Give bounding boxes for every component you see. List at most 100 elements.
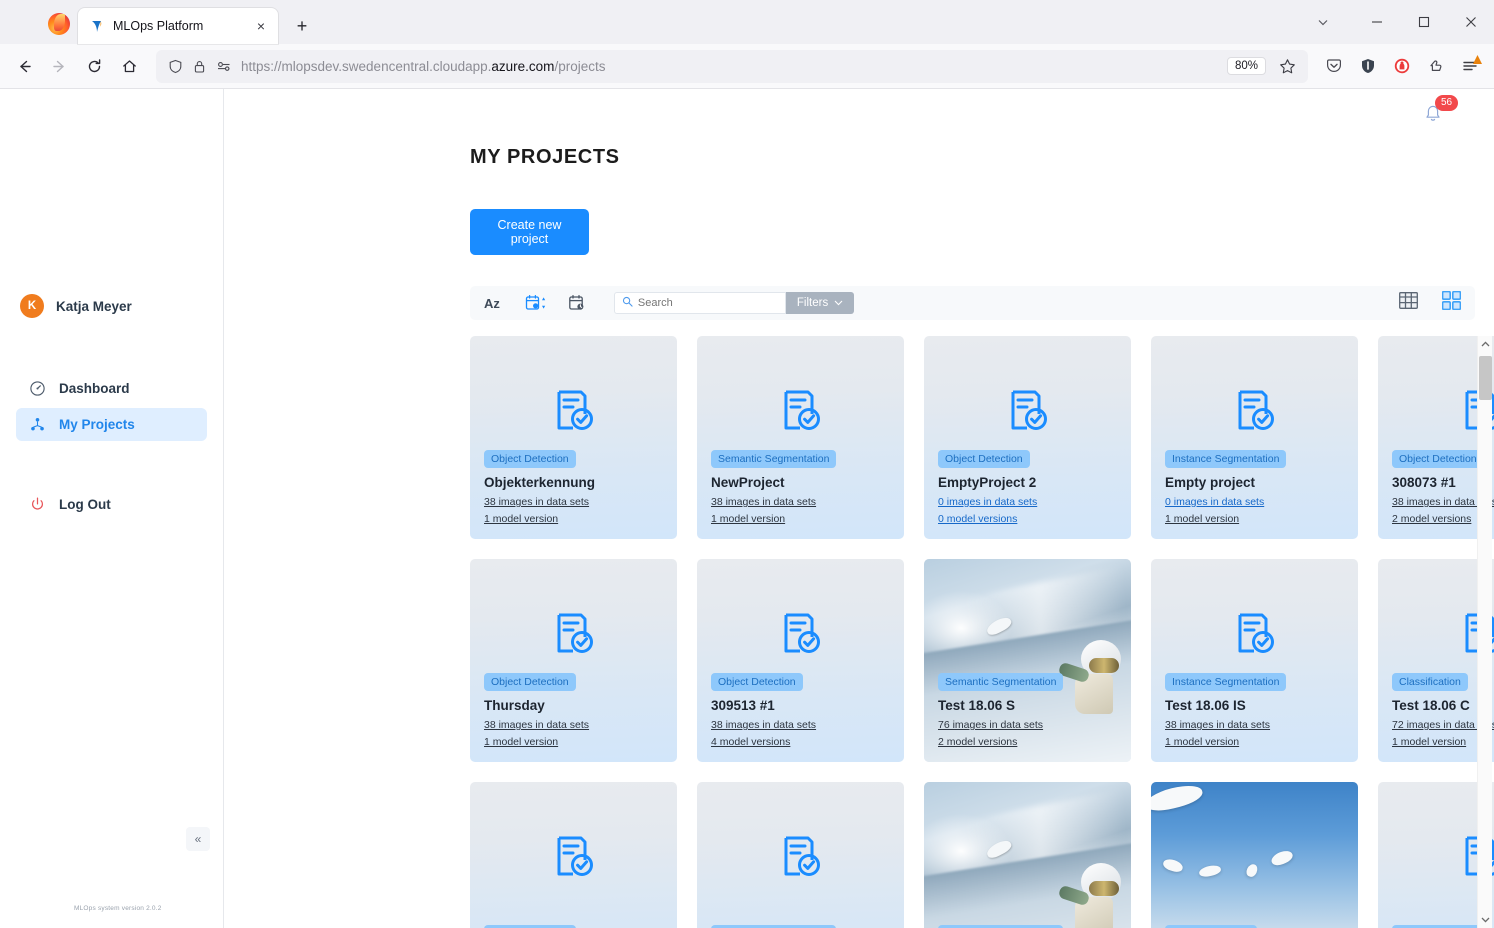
project-type-badge: Object Detection (484, 450, 576, 468)
app-menu-icon[interactable] (1454, 50, 1486, 82)
project-images-link[interactable]: 38 images in data sets (711, 496, 890, 508)
permissions-icon[interactable] (216, 59, 232, 74)
project-card[interactable]: Object DetectionDemo project #1 (1151, 782, 1358, 928)
project-card[interactable]: Instance Segmentation Test 18.06 IS 38 ima… (1151, 559, 1358, 762)
project-card[interactable]: Object Detection Thursday 38 images in dat… (470, 559, 677, 762)
notification-count-badge: 56 (1435, 95, 1459, 111)
back-icon[interactable] (8, 50, 41, 83)
project-models-link[interactable]: 1 model version (1165, 736, 1344, 748)
scroll-down-arrow-icon[interactable] (1481, 912, 1490, 928)
project-type-badge: Instance Segmentation (1165, 450, 1287, 468)
firefox-logo-icon (46, 11, 72, 37)
project-models-link[interactable]: 1 model version (484, 513, 663, 525)
list-all-tabs-icon[interactable] (1293, 0, 1353, 44)
scrollbar-thumb[interactable] (1479, 356, 1492, 400)
create-new-project-button[interactable]: Create new project (470, 209, 589, 255)
projects-grid: Object Detection Objekterkennung 38 images… (470, 336, 1494, 928)
project-card[interactable]: Semantic SegmentationTest project #3 (697, 782, 904, 928)
sidebar-item-label: Log Out (59, 497, 111, 512)
project-images-link[interactable]: 76 images in data sets (938, 719, 1117, 731)
project-models-link[interactable]: 1 model version (711, 513, 890, 525)
lock-icon[interactable] (192, 59, 207, 74)
browser-tab[interactable]: MLOps Platform × (78, 8, 278, 44)
home-icon[interactable] (113, 50, 146, 83)
project-images-link[interactable]: 0 images in data sets (938, 496, 1117, 508)
forward-icon[interactable] (43, 50, 76, 83)
search-input[interactable] (637, 297, 778, 309)
project-card[interactable]: Semantic SegmentationDemo #2 (924, 782, 1131, 928)
project-models-link[interactable]: 1 model version (1165, 513, 1344, 525)
close-icon[interactable]: × (250, 15, 272, 37)
project-type-badge: Object Detection (938, 450, 1030, 468)
project-card[interactable]: Semantic Segmentation NewProject 38 images… (697, 336, 904, 539)
project-type-badge: Object Detection (711, 673, 803, 691)
shield-extension-icon[interactable] (1352, 50, 1384, 82)
projects-scrollbar[interactable] (1477, 336, 1492, 928)
filters-button[interactable]: Filters (785, 292, 855, 314)
project-thumbnail-image (924, 782, 1131, 928)
project-models-link[interactable]: 0 model versions (938, 513, 1117, 525)
user-profile[interactable]: K Katja Meyer (0, 294, 223, 318)
projects-icon (28, 416, 46, 434)
sidebar-item-log-out[interactable]: Log Out (16, 488, 207, 521)
container-tabs-icon[interactable] (1420, 50, 1452, 82)
project-card-body: Semantic SegmentationDemo #2 (924, 924, 1131, 928)
pocket-icon[interactable] (1318, 50, 1350, 82)
filters-label: Filters (796, 297, 829, 309)
collapse-sidebar-button[interactable]: « (186, 827, 210, 851)
tracking-protection-shield-icon[interactable] (168, 59, 183, 74)
project-card[interactable]: Object Detection 309513 #1 38 images in da… (697, 559, 904, 762)
project-type-badge: Semantic Segmentation (938, 673, 1064, 691)
sidebar-item-my-projects[interactable]: My Projects (16, 408, 207, 441)
project-card-body: Object Detection 309513 #1 38 images in da… (697, 672, 904, 762)
project-document-check-icon (697, 611, 904, 657)
close-window-button[interactable] (1447, 0, 1494, 44)
project-type-badge: Object Detection (484, 673, 576, 691)
sidebar-item-label: Dashboard (59, 381, 130, 396)
reload-icon[interactable] (78, 50, 111, 83)
calendar-clock-icon[interactable] (564, 292, 590, 314)
project-models-link[interactable]: 2 model versions (938, 736, 1117, 748)
search-icon (622, 294, 633, 312)
minimize-button[interactable] (1353, 0, 1400, 44)
project-images-link[interactable]: 38 images in data sets (484, 496, 663, 508)
search-and-filters: Filters (613, 292, 855, 314)
project-card-body: Semantic SegmentationTest project #3 (697, 924, 904, 928)
url-text[interactable]: https://mlopsdev.swedencentral.cloudapp.… (241, 59, 1218, 74)
url-bar[interactable]: https://mlopsdev.swedencentral.cloudapp.… (156, 49, 1308, 83)
chevron-down-icon (834, 297, 843, 309)
tab-strip: MLOps Platform × + (0, 0, 1494, 44)
zoom-level-indicator[interactable]: 80% (1226, 57, 1266, 75)
sort-alphabetical-button[interactable]: Az (484, 296, 500, 311)
projects-grid-container: Object Detection Objekterkennung 38 images… (470, 336, 1494, 928)
project-document-check-icon (697, 834, 904, 880)
project-title: 309513 #1 (711, 698, 775, 713)
project-card[interactable]: Semantic Segmentation Test 18.06 S 76 imag… (924, 559, 1131, 762)
search-box[interactable] (613, 292, 786, 314)
sidebar-item-dashboard[interactable]: Dashboard (16, 372, 207, 405)
calendar-sort-icon[interactable] (524, 292, 550, 314)
table-view-icon[interactable] (1399, 292, 1418, 314)
project-card-body: Object DetectionTest 18.06 OD (470, 924, 677, 928)
project-images-link[interactable]: 38 images in data sets (484, 719, 663, 731)
adblock-icon[interactable] (1386, 50, 1418, 82)
project-type-badge: Classification (1392, 673, 1468, 691)
scroll-up-arrow-icon[interactable] (1481, 336, 1490, 352)
project-card-body: Object Detection Objekterkennung 38 images… (470, 449, 677, 539)
project-card[interactable]: Object Detection EmptyProject 2 0 images i… (924, 336, 1131, 539)
project-images-link[interactable]: 38 images in data sets (711, 719, 890, 731)
notifications-button[interactable]: 56 (1422, 95, 1459, 129)
project-models-link[interactable]: 1 model version (484, 736, 663, 748)
maximize-button[interactable] (1400, 0, 1447, 44)
grid-view-icon[interactable] (1441, 290, 1462, 315)
project-images-link[interactable]: 0 images in data sets (1165, 496, 1344, 508)
project-card[interactable]: Object DetectionTest 18.06 OD (470, 782, 677, 928)
project-card[interactable]: Object Detection Objekterkennung 38 images… (470, 336, 677, 539)
project-models-link[interactable]: 4 model versions (711, 736, 890, 748)
project-type-badge: Instance Segmentation (1165, 673, 1287, 691)
new-tab-button[interactable]: + (287, 11, 317, 41)
project-card[interactable]: Instance Segmentation Empty project 0 imag… (1151, 336, 1358, 539)
scrollbar-track[interactable] (1478, 352, 1492, 912)
star-icon[interactable] (1275, 58, 1300, 75)
project-images-link[interactable]: 38 images in data sets (1165, 719, 1344, 731)
